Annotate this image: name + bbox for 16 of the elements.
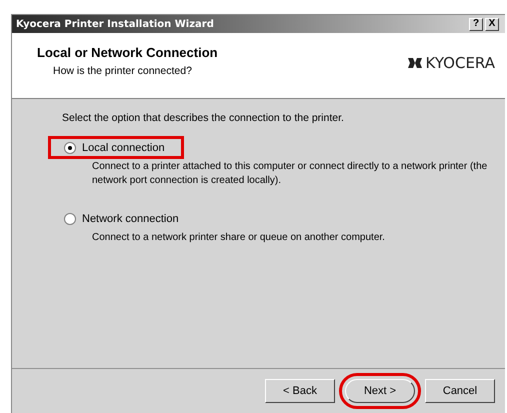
radio-button[interactable] (64, 142, 76, 154)
radio-button[interactable] (64, 212, 76, 225)
dialog-button[interactable]: < Back (265, 379, 335, 403)
radio-label[interactable]: Network connection (82, 210, 179, 227)
page-title: Local or Network Connection (37, 44, 218, 62)
logo-icon (406, 56, 423, 70)
page-subtitle: How is the printer connected? (52, 64, 193, 78)
option-description: Connect to a printer attached to this computer or connect directly to a network printer (the network port connection is created locally). (92, 160, 488, 188)
brand-logo: KYOCERA (426, 52, 495, 74)
radio-label[interactable]: Local connection (82, 140, 165, 156)
option-description: Connect to a network printer share or queue on another computer. (92, 230, 386, 245)
help-button[interactable]: ? (469, 18, 483, 30)
close-button[interactable]: X (485, 18, 499, 30)
dialog-button[interactable]: Cancel (425, 379, 495, 403)
instruction-text: Select the option that describes the connection to the printer. (62, 111, 345, 126)
window-title: Kyocera Printer Installation Wizard (16, 18, 214, 32)
